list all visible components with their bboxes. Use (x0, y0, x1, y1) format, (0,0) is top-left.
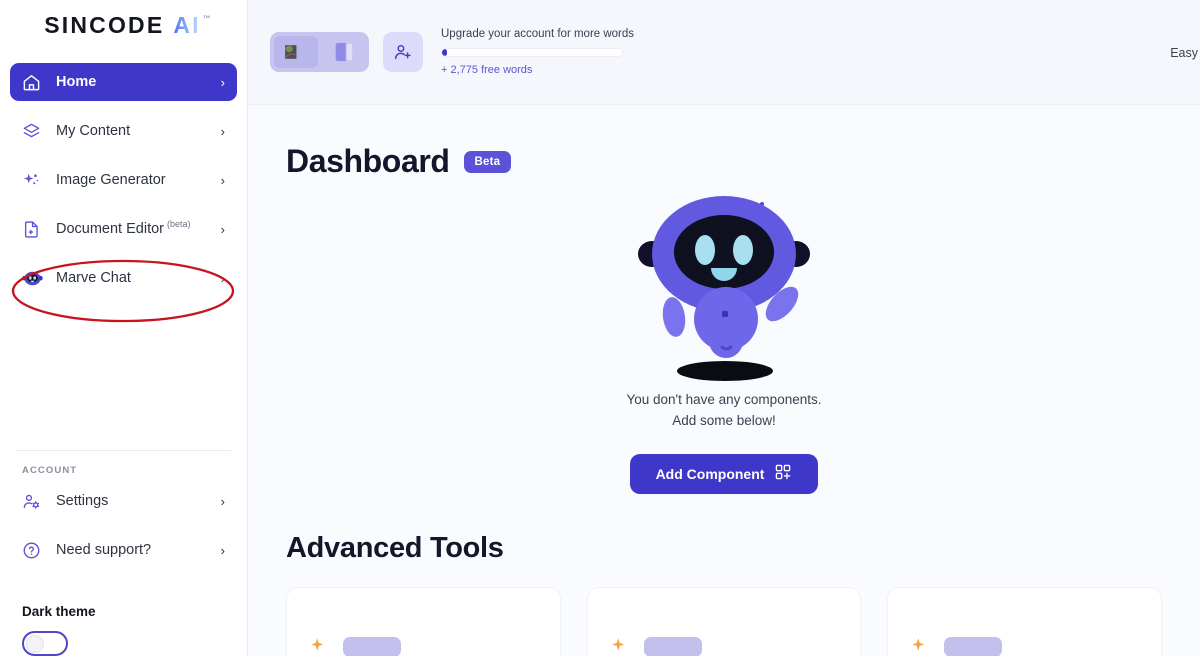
spark-tool-icon (309, 636, 331, 656)
sidebar-nav: Home › My Content › Image Generator › Do… (0, 51, 247, 308)
free-words-label: + 2,775 free words (441, 64, 533, 77)
question-circle-icon (22, 541, 46, 560)
sidebar-item-label: Need support? (56, 542, 152, 558)
advanced-tools-cards (248, 565, 1200, 656)
sidebar-item-label: My Content (56, 123, 131, 140)
toggle-knob (26, 634, 44, 653)
easy-label[interactable]: Easy (1170, 46, 1200, 60)
sidebar-item-label: Settings (56, 493, 109, 509)
robot-mascot-illustration (638, 196, 810, 381)
tool-card-title-placeholder (643, 636, 702, 656)
add-component-label: Add Component (655, 465, 765, 482)
empty-state-line-2: Add some below! (672, 412, 776, 428)
sparkle-icon (22, 171, 46, 190)
logo-trademark: ™ (202, 14, 211, 24)
workspace-switcher[interactable] (270, 32, 369, 72)
add-user-icon (394, 45, 411, 60)
sidebar-item-home[interactable]: Home › (10, 63, 237, 102)
document-icon (22, 220, 46, 239)
chevron-right-icon: › (220, 270, 225, 286)
dark-theme-label: Dark theme (22, 604, 96, 619)
upgrade-title: Upgrade your account for more words (441, 27, 635, 40)
chevron-right-icon: › (220, 221, 225, 237)
sidebar-item-document-editor[interactable]: Document Editor (beta) › (10, 210, 237, 248)
logo-mark: SINCODE (44, 12, 165, 39)
dashboard-content: Dashboard Beta You don't have any compon… (248, 105, 1200, 656)
chevron-right-icon: › (220, 172, 225, 188)
sidebar-account-heading: ACCOUNT (22, 465, 78, 476)
layers-icon (22, 122, 46, 141)
tool-card-title-placeholder (343, 636, 401, 656)
app-root: SINCODE AI ™ Home › My Content › Image G… (0, 0, 1200, 656)
sidebar-item-my-content[interactable]: My Content › (10, 112, 237, 150)
grid-plus-icon (774, 463, 792, 484)
sidebar-account-nav: Settings › Need support? › (0, 482, 247, 580)
sidebar-item-label: Document Editor (56, 221, 164, 238)
topbar: Upgrade your account for more words + 2,… (248, 0, 1200, 105)
upgrade-block: Upgrade your account for more words + 2,… (441, 27, 635, 77)
sidebar-item-image-generator[interactable]: Image Generator › (10, 161, 237, 199)
tool-card[interactable] (286, 586, 561, 656)
page-header: Dashboard Beta (248, 105, 1200, 180)
sidebar-item-settings[interactable]: Settings › (10, 482, 237, 520)
sidebar: SINCODE AI ™ Home › My Content › Image G… (0, 0, 248, 656)
workspace-icon-b[interactable] (321, 36, 365, 68)
robot-icon (22, 269, 46, 288)
tool-card[interactable] (887, 586, 1163, 656)
topbar-right-section: Easy (1170, 0, 1200, 105)
sidebar-item-need-support[interactable]: Need support? › (10, 531, 237, 569)
empty-state-line-1: You don't have any components. (626, 392, 822, 407)
chevron-right-icon: › (220, 123, 225, 139)
chevron-right-icon: › (220, 542, 225, 558)
user-gear-icon (22, 492, 46, 511)
beta-badge: Beta (463, 150, 512, 173)
chevron-right-icon: › (220, 493, 225, 509)
sidebar-item-beta-tag: (beta) (167, 219, 191, 230)
sidebar-item-label: Home (56, 74, 97, 91)
sidebar-item-marve-chat[interactable]: Marve Chat › (10, 259, 237, 297)
words-progress-fill (442, 49, 448, 57)
words-progress-bar (441, 48, 623, 58)
empty-state-text: You don't have any components. Add some … (627, 390, 822, 432)
logo-ai: AI (173, 12, 201, 39)
sidebar-item-label: Image Generator (56, 172, 166, 189)
theme-switch-block: Dark theme (0, 580, 247, 656)
dark-theme-toggle[interactable] (22, 631, 68, 656)
chevron-right-icon: › (220, 74, 225, 90)
advanced-tools-title: Advanced Tools (286, 531, 504, 564)
empty-state: You don't have any components. Add some … (248, 184, 1200, 494)
logo[interactable]: SINCODE AI ™ (0, 0, 247, 51)
workspace-icon-a[interactable] (274, 36, 318, 68)
sidebar-item-label: Marve Chat (56, 270, 131, 287)
tool-card-title-placeholder (944, 636, 1003, 656)
add-component-button[interactable]: Add Component (629, 453, 819, 494)
add-user-button[interactable] (383, 32, 423, 72)
page-title: Dashboard (286, 143, 450, 179)
main-area: Upgrade your account for more words + 2,… (248, 0, 1200, 656)
tool-card[interactable] (586, 586, 862, 656)
home-icon (22, 73, 46, 92)
spark-tool-icon (610, 636, 632, 656)
spark-tool-icon (910, 636, 932, 656)
